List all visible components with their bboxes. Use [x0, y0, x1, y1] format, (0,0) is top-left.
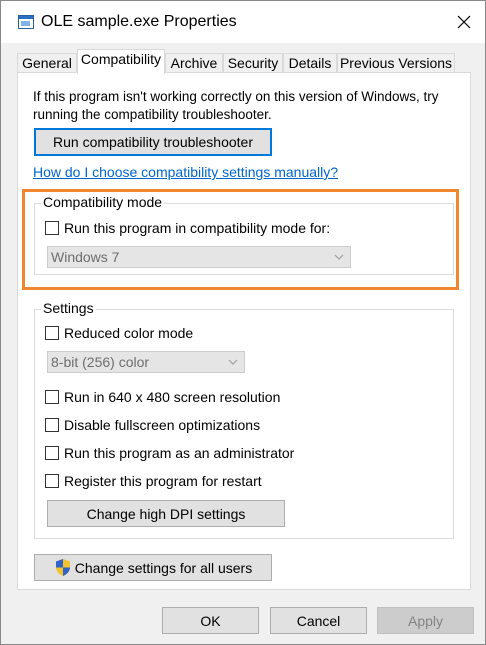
run-as-admin-row[interactable]: Run this program as an administrator: [45, 445, 294, 461]
apply-button[interactable]: Apply: [377, 607, 474, 634]
color-depth-dropdown[interactable]: 8-bit (256) color: [47, 351, 245, 373]
compatibility-mode-group: Compatibility mode Run this program in c…: [34, 194, 454, 275]
run-troubleshooter-button[interactable]: Run compatibility troubleshooter: [34, 128, 272, 156]
application-icon: [18, 15, 34, 29]
settings-label: Settings: [41, 300, 96, 316]
change-all-users-button[interactable]: Change settings for all users: [34, 554, 272, 581]
tab-security[interactable]: Security: [223, 53, 283, 73]
run-as-admin-checkbox[interactable]: [45, 446, 59, 460]
register-restart-label: Register this program for restart: [64, 473, 262, 489]
tab-compatibility[interactable]: Compatibility: [77, 49, 165, 74]
compat-mode-checkbox-label: Run this program in compatibility mode f…: [64, 220, 331, 236]
settings-group: Settings Reduced color mode 8-bit (256) …: [34, 300, 454, 539]
tab-general[interactable]: General: [17, 53, 77, 73]
color-depth-value: 8-bit (256) color: [51, 354, 150, 370]
cancel-button[interactable]: Cancel: [270, 607, 367, 634]
res-640-checkbox[interactable]: [45, 390, 59, 404]
compat-mode-row[interactable]: Run this program in compatibility mode f…: [45, 220, 330, 236]
register-restart-checkbox[interactable]: [45, 474, 59, 488]
change-all-users-label: Change settings for all users: [74, 559, 253, 576]
close-icon: [457, 15, 471, 29]
compat-mode-checkbox[interactable]: [45, 221, 59, 235]
window-title: OLE sample.exe Properties: [41, 13, 237, 30]
tab-previous-versions[interactable]: Previous Versions: [337, 53, 455, 73]
tab-archive[interactable]: Archive: [165, 53, 223, 73]
chevron-down-icon: [334, 254, 344, 260]
os-version-dropdown[interactable]: Windows 7: [47, 246, 351, 268]
chevron-down-icon: [228, 359, 238, 365]
disable-fullscreen-checkbox[interactable]: [45, 418, 59, 432]
disable-fullscreen-row[interactable]: Disable fullscreen optimizations: [45, 417, 260, 433]
compatibility-mode-label: Compatibility mode: [41, 194, 165, 210]
properties-window: OLE sample.exe Properties General Compat…: [0, 0, 486, 645]
reduced-color-label: Reduced color mode: [64, 325, 194, 341]
ok-button[interactable]: OK: [162, 607, 259, 634]
run-as-admin-label: Run this program as an administrator: [64, 445, 295, 461]
tab-details[interactable]: Details: [283, 53, 337, 73]
intro-text: If this program isn't working correctly …: [33, 89, 439, 122]
os-version-value: Windows 7: [51, 249, 120, 265]
close-button[interactable]: [441, 1, 486, 43]
register-restart-row[interactable]: Register this program for restart: [45, 473, 262, 489]
title-bar: OLE sample.exe Properties: [1, 1, 485, 43]
reduced-color-checkbox[interactable]: [45, 326, 59, 340]
disable-fullscreen-label: Disable fullscreen optimizations: [64, 417, 261, 433]
help-link[interactable]: How do I choose compatibility settings m…: [33, 164, 338, 180]
compatibility-panel: If this program isn't working correctly …: [17, 72, 471, 590]
res-640-label: Run in 640 x 480 screen resolution: [64, 389, 281, 405]
res-640-row[interactable]: Run in 640 x 480 screen resolution: [45, 389, 280, 405]
uac-shield-icon: [55, 559, 70, 576]
reduced-color-row[interactable]: Reduced color mode: [45, 325, 193, 341]
change-dpi-button[interactable]: Change high DPI settings: [47, 500, 285, 527]
